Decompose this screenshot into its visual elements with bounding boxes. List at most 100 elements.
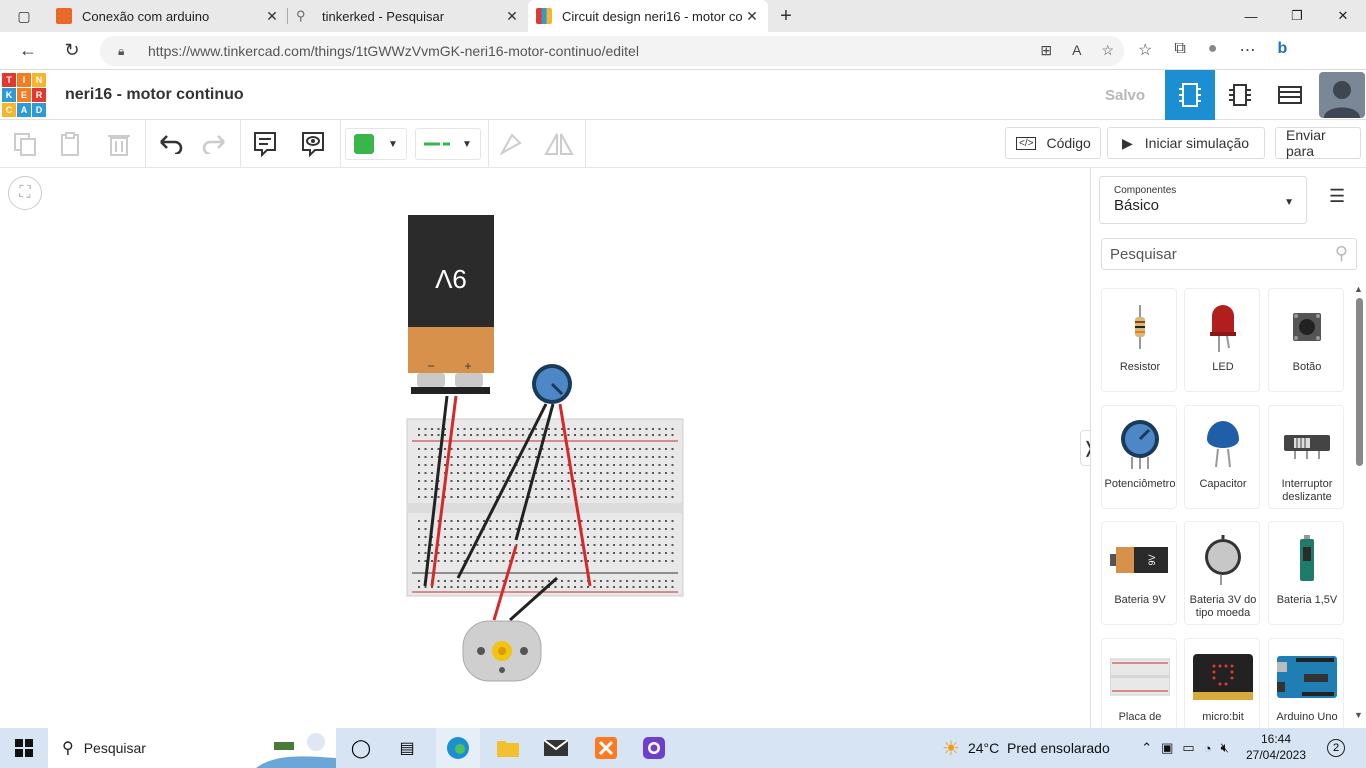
app-header: T I N K E R C A D neri16 - motor continu… — [0, 70, 1366, 120]
mail-icon[interactable] — [534, 728, 578, 768]
xampp-icon[interactable] — [584, 728, 628, 768]
clock-time: 16:44 — [1260, 732, 1292, 746]
windows-start-icon[interactable] — [0, 728, 48, 768]
component-coin-battery[interactable]: Bateria 3V do tipo moeda — [1184, 521, 1260, 625]
component-list-view-button[interactable] — [1265, 70, 1315, 120]
more-icon[interactable]: ⋯ — [1239, 40, 1255, 60]
bing-icon[interactable]: b — [1277, 40, 1287, 60]
collections-icon[interactable]: ⧉ — [1174, 40, 1185, 60]
notes-icon[interactable] — [250, 128, 280, 160]
tab-actions-icon[interactable]: ▢ — [0, 0, 48, 32]
component-arduino-uno[interactable]: Arduino Uno — [1268, 638, 1344, 728]
back-icon[interactable]: ← — [6, 40, 50, 61]
component-resistor[interactable]: Resistor — [1101, 288, 1177, 392]
device-icon[interactable]: ▣ — [1161, 740, 1173, 756]
scroll-up-icon[interactable]: ▲ — [1354, 284, 1363, 294]
chevron-down-icon: ▼ — [462, 138, 472, 150]
tab-title: tinkerked - Pesquisar — [322, 8, 445, 24]
component-label: Capacitor — [1199, 478, 1247, 490]
circuit-view-button[interactable] — [1165, 70, 1215, 120]
component-capacitor[interactable]: Capacitor — [1184, 405, 1260, 509]
redo-icon[interactable] — [200, 128, 230, 160]
url-field[interactable]: 🔒︎ https://www.tinkercad.com/things/1tGW… — [100, 36, 1124, 66]
new-tab-icon[interactable]: + — [768, 0, 804, 32]
task-view-icon[interactable]: ◯ — [346, 728, 376, 768]
clock-date: 27/04/2023 — [1245, 748, 1307, 762]
taskbar-clock[interactable]: 16:44 27/04/2023 — [1244, 731, 1308, 763]
favorites-icon[interactable]: ☆ — [1138, 40, 1152, 60]
component-led[interactable]: LED — [1184, 288, 1260, 392]
tinkercad-orange-icon — [56, 8, 72, 24]
chevron-up-icon[interactable]: ⌃ — [1141, 740, 1152, 756]
flip-icon[interactable] — [544, 128, 574, 160]
profile-icon[interactable]: ● — [1208, 40, 1218, 60]
widgets-icon[interactable]: ▤ — [392, 728, 422, 768]
potentiometer[interactable] — [532, 364, 572, 404]
file-explorer-icon[interactable] — [486, 728, 530, 768]
start-simulation-button[interactable]: ▶ Iniciar simulação — [1107, 127, 1265, 159]
undo-icon[interactable] — [155, 128, 185, 160]
fill-color-dropdown[interactable]: ▼ — [345, 128, 407, 160]
refresh-icon[interactable]: ↻ — [50, 40, 94, 61]
notification-count: 2 — [1327, 739, 1345, 757]
search-icon: ⚲ — [1334, 243, 1348, 263]
schematic-view-button[interactable] — [1215, 70, 1265, 120]
paste-icon[interactable] — [56, 128, 86, 160]
notes-visibility-icon[interactable] — [298, 128, 328, 160]
battery-9v[interactable]: 9V − + — [408, 215, 494, 394]
rotate-icon[interactable] — [496, 128, 526, 160]
taskbar-search[interactable]: ⚲ Pesquisar — [48, 728, 336, 768]
wifi-icon[interactable]: ◔ — [1204, 741, 1212, 756]
component-breadboard[interactable]: Placa de — [1101, 638, 1177, 728]
component-battery-aa[interactable]: Bateria 1,5V — [1268, 521, 1344, 625]
browser-tab-3[interactable]: Circuit design neri16 - motor co ✕ — [528, 0, 768, 32]
wire-type-dropdown[interactable]: ▼ — [415, 128, 481, 160]
read-aloud-icon[interactable]: A — [1072, 42, 1081, 59]
weather-widget[interactable]: ☀ 24°C Pred ensolarado — [942, 728, 1122, 768]
edge-icon[interactable] — [436, 728, 480, 768]
component-button[interactable]: Botão — [1268, 288, 1344, 392]
component-label: LED — [1212, 361, 1234, 373]
favorite-add-icon[interactable]: ☆ — [1101, 42, 1114, 59]
dc-motor[interactable] — [462, 620, 542, 682]
github-icon[interactable] — [632, 728, 676, 768]
panel-scrollbar[interactable]: ▲ ▼ — [1353, 284, 1365, 724]
component-potentiometer[interactable]: Potenciômetro — [1101, 405, 1177, 509]
scroll-down-icon[interactable]: ▼ — [1354, 710, 1363, 720]
scroll-thumb[interactable] — [1356, 298, 1363, 466]
browser-tab-1[interactable]: Conexão com arduino ✕ — [48, 0, 288, 32]
copy-icon[interactable] — [10, 128, 40, 160]
design-title[interactable]: neri16 - motor continuo — [65, 86, 244, 104]
tinkercad-grid-icon — [536, 8, 552, 24]
component-search-input[interactable]: Pesquisar ⚲ — [1101, 238, 1357, 270]
battery-icon[interactable]: ▭ — [1182, 740, 1194, 756]
component-label: Resistor — [1119, 361, 1161, 373]
close-icon[interactable]: ✕ — [744, 8, 760, 25]
close-window-icon[interactable]: ✕ — [1320, 0, 1366, 32]
start-simulation-label: Iniciar simulação — [1144, 135, 1250, 151]
send-to-button[interactable]: Enviar para — [1275, 127, 1361, 159]
maximize-icon[interactable]: ❐ — [1274, 0, 1320, 32]
user-avatar[interactable] — [1319, 72, 1365, 118]
taskbar-search-label: Pesquisar — [83, 740, 146, 756]
volume-muted-icon[interactable]: 🔇︎ — [1221, 740, 1229, 756]
component-label: Bateria 1,5V — [1276, 594, 1338, 606]
components-dropdown[interactable]: Componentes Básico ▼ — [1099, 176, 1307, 224]
toolbar-divider — [240, 120, 241, 168]
close-icon[interactable]: ✕ — [504, 8, 520, 25]
code-button[interactable]: </> Código — [1005, 127, 1101, 159]
tray-icons: ⌃ ▣ ▭ ◔ 🔇︎ — [1126, 728, 1244, 768]
browser-tab-2[interactable]: ⚲ tinkerked - Pesquisar ✕ — [288, 0, 528, 32]
component-label: Potenciômetro — [1104, 478, 1176, 490]
minimize-icon[interactable]: — — [1228, 0, 1274, 32]
circuit-canvas[interactable]: ⛶ 9V − + ❭ — [0, 168, 1098, 728]
close-icon[interactable]: ✕ — [264, 8, 280, 25]
apps-icon[interactable]: ⊞ — [1040, 42, 1052, 59]
delete-icon[interactable] — [104, 128, 134, 160]
tinkercad-logo[interactable]: T I N K E R C A D — [2, 73, 46, 117]
list-view-icon[interactable]: ☰ — [1329, 186, 1345, 207]
component-microbit[interactable]: micro:bit — [1184, 638, 1260, 728]
component-battery-9v[interactable]: 9V Bateria 9V — [1101, 521, 1177, 625]
notifications-icon[interactable]: 2 — [1316, 728, 1356, 768]
component-slide-switch[interactable]: Interruptor deslizante — [1268, 405, 1344, 509]
